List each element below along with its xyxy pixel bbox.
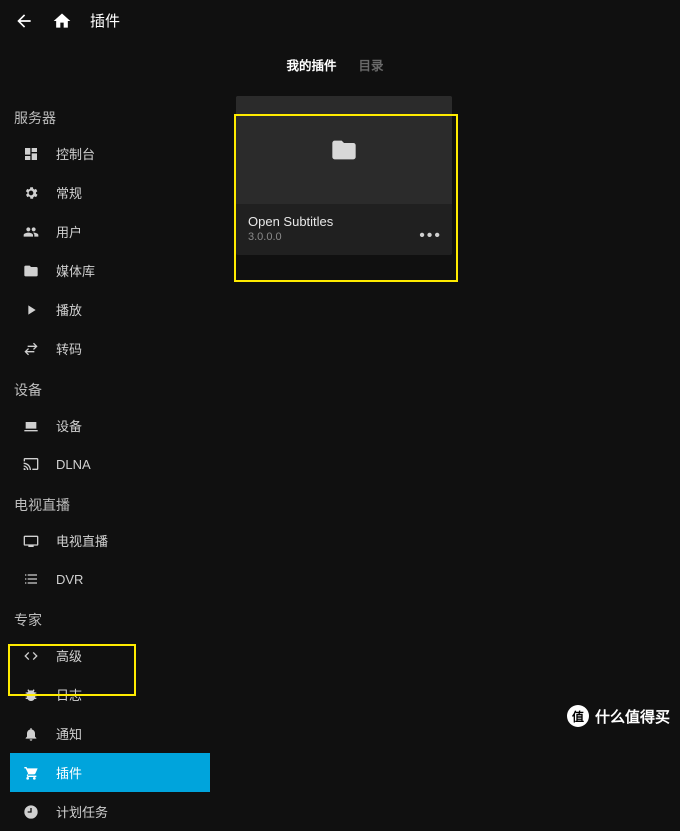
sidebar-section-devices: 设备 xyxy=(10,368,210,406)
sidebar-item-notifications[interactable]: 通知 xyxy=(10,714,210,753)
sidebar-item-livetv[interactable]: 电视直播 xyxy=(10,521,210,560)
bell-icon xyxy=(22,725,40,743)
back-button[interactable] xyxy=(14,11,34,31)
sidebar-item-library[interactable]: 媒体库 xyxy=(10,251,210,290)
sidebar-item-label: 设备 xyxy=(56,416,82,435)
sidebar-item-label: 常规 xyxy=(56,183,82,202)
sidebar-item-playback[interactable]: 播放 xyxy=(10,290,210,329)
sidebar-item-label: 电视直播 xyxy=(56,531,108,550)
tabs: 我的插件 目录 xyxy=(210,55,460,78)
list-icon xyxy=(22,570,40,588)
tab-my-plugins[interactable]: 我的插件 xyxy=(286,55,336,78)
watermark-text: 什么值得买 xyxy=(595,706,670,727)
schedule-icon xyxy=(22,803,40,821)
sidebar-item-dlna[interactable]: DLNA xyxy=(10,445,210,483)
sidebar-item-plugins[interactable]: 插件 xyxy=(10,753,210,792)
sidebar-section-server: 服务器 xyxy=(10,96,210,134)
sidebar-item-dvr[interactable]: DVR xyxy=(10,560,210,598)
sidebar: 服务器 控制台 常规 用户 媒体库 播放 转码 设备 设备 xyxy=(0,96,210,831)
top-bar: 插件 xyxy=(0,0,680,41)
tv-icon xyxy=(22,532,40,550)
folder-icon xyxy=(330,136,358,164)
plugin-name: Open Subtitles xyxy=(248,214,440,229)
sidebar-item-label: 计划任务 xyxy=(56,802,108,821)
gear-icon xyxy=(22,184,40,202)
sidebar-item-users[interactable]: 用户 xyxy=(10,212,210,251)
page-title: 插件 xyxy=(90,10,120,31)
sidebar-item-dashboard[interactable]: 控制台 xyxy=(10,134,210,173)
laptop-icon xyxy=(22,417,40,435)
sidebar-item-label: 日志 xyxy=(56,685,82,704)
sidebar-item-label: DVR xyxy=(56,572,83,587)
sidebar-item-label: DLNA xyxy=(56,457,91,472)
watermark: 值 什么值得买 xyxy=(567,705,670,727)
sidebar-item-label: 控制台 xyxy=(56,144,95,163)
sidebar-item-label: 插件 xyxy=(56,763,82,782)
sidebar-item-label: 通知 xyxy=(56,724,82,743)
arrow-left-icon xyxy=(14,11,34,31)
home-icon xyxy=(52,11,72,31)
dashboard-icon xyxy=(22,145,40,163)
plugin-version: 3.0.0.0 xyxy=(248,231,440,243)
plugin-thumbnail xyxy=(236,96,452,204)
play-icon xyxy=(22,301,40,319)
swap-icon xyxy=(22,340,40,358)
sidebar-section-expert: 专家 xyxy=(10,598,210,636)
plugin-more-button[interactable]: ••• xyxy=(419,227,442,245)
sidebar-section-livetv: 电视直播 xyxy=(10,483,210,521)
folder-icon xyxy=(22,262,40,280)
input-icon xyxy=(22,455,40,473)
sidebar-item-label: 高级 xyxy=(56,646,82,665)
sidebar-item-general[interactable]: 常规 xyxy=(10,173,210,212)
sidebar-item-devices[interactable]: 设备 xyxy=(10,406,210,445)
people-icon xyxy=(22,223,40,241)
sidebar-item-label: 媒体库 xyxy=(56,261,95,280)
bug-icon xyxy=(22,686,40,704)
sidebar-item-label: 转码 xyxy=(56,339,82,358)
sidebar-item-label: 播放 xyxy=(56,300,82,319)
plugin-card[interactable]: Open Subtitles 3.0.0.0 ••• xyxy=(236,96,452,255)
sidebar-item-advanced[interactable]: 高级 xyxy=(10,636,210,675)
sidebar-item-transcode[interactable]: 转码 xyxy=(10,329,210,368)
code-icon xyxy=(22,647,40,665)
home-button[interactable] xyxy=(52,11,72,31)
watermark-badge: 值 xyxy=(567,705,589,727)
sidebar-item-scheduled[interactable]: 计划任务 xyxy=(10,792,210,831)
sidebar-item-logs[interactable]: 日志 xyxy=(10,675,210,714)
tab-catalog[interactable]: 目录 xyxy=(359,55,384,78)
cart-icon xyxy=(22,764,40,782)
sidebar-item-label: 用户 xyxy=(56,222,82,241)
